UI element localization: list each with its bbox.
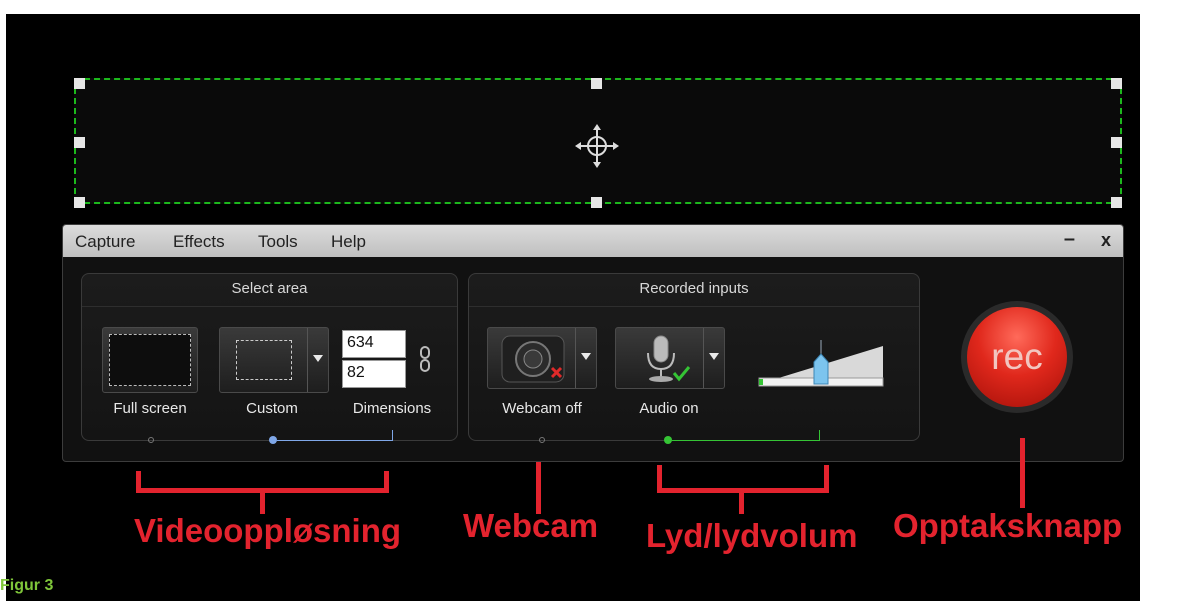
audio-label: Audio on — [639, 400, 699, 417]
resize-handle-bottom-left[interactable] — [74, 197, 85, 208]
select-area-title: Select area — [231, 280, 308, 297]
annotation-webcam: Webcam — [463, 507, 599, 544]
menu-bar: Capture Effects Tools Help – x — [63, 225, 1123, 257]
full-screen-icon — [109, 334, 191, 386]
resize-handle-bottom-right[interactable] — [1111, 197, 1122, 208]
indicator-dot — [148, 437, 154, 443]
height-field[interactable]: 82 — [342, 360, 406, 388]
menu-help[interactable]: Help — [331, 232, 366, 252]
menu-capture[interactable]: Capture — [75, 232, 135, 252]
custom-label: Custom — [246, 400, 298, 417]
resize-handle-right[interactable] — [1111, 137, 1122, 148]
select-area-panel: Select area Full screen Custom 634 82 Di… — [81, 273, 458, 444]
resize-handle-top-left[interactable] — [74, 78, 85, 89]
audio-toggle-button[interactable] — [615, 327, 725, 389]
webcam-label: Webcam off — [502, 400, 582, 417]
rec-button[interactable]: rec — [967, 307, 1067, 407]
resize-handle-top-right[interactable] — [1111, 78, 1122, 89]
annotation-record-button: Opptaksknapp — [893, 507, 1123, 544]
selected-indicator-dot — [664, 436, 672, 444]
selected-indicator-dot — [269, 436, 277, 444]
annotation-video-resolution: Videooppløsning — [134, 512, 402, 549]
resize-handle-top[interactable] — [591, 78, 602, 89]
rec-button-label: rec — [991, 336, 1043, 377]
chevron-down-icon[interactable] — [709, 353, 719, 360]
microphone-icon — [647, 335, 691, 382]
screenshot-stage: Capture Effects Tools Help – x Select ar… — [6, 14, 1140, 601]
full-screen-label: Full screen — [113, 400, 187, 417]
volume-level-fill — [759, 379, 763, 385]
webcam-icon — [501, 335, 565, 383]
recorded-inputs-panel: Recorded inputs Webcam off Audio on — [468, 273, 920, 444]
webcam-toggle-button[interactable] — [487, 327, 597, 389]
recorded-inputs-title: Recorded inputs — [639, 280, 749, 297]
menu-effects[interactable]: Effects — [173, 232, 225, 252]
indicator-dot — [539, 437, 545, 443]
resize-handle-bottom[interactable] — [591, 197, 602, 208]
chevron-down-icon[interactable] — [581, 353, 591, 360]
width-field[interactable]: 634 — [342, 330, 406, 358]
minimize-button[interactable]: – — [1064, 228, 1075, 251]
resize-handle-left[interactable] — [74, 137, 85, 148]
close-button[interactable]: x — [1101, 230, 1111, 251]
annotation-audio-volume: Lyd/lydvolum — [646, 517, 858, 554]
volume-thumb[interactable] — [813, 340, 829, 385]
custom-area-button[interactable] — [219, 327, 329, 393]
recorder-window: Capture Effects Tools Help – x Select ar… — [62, 224, 1124, 462]
move-icon[interactable] — [573, 122, 621, 170]
figure-caption: Figur 3 — [0, 577, 54, 594]
divider — [469, 306, 919, 307]
divider — [82, 306, 457, 307]
lock-aspect-icon[interactable] — [419, 346, 431, 372]
custom-area-icon — [236, 340, 292, 380]
volume-slider[interactable] — [755, 340, 889, 390]
chevron-down-icon[interactable] — [313, 355, 323, 362]
full-screen-button[interactable] — [102, 327, 198, 393]
dimensions-label: Dimensions — [352, 400, 432, 417]
menu-tools[interactable]: Tools — [258, 232, 298, 252]
